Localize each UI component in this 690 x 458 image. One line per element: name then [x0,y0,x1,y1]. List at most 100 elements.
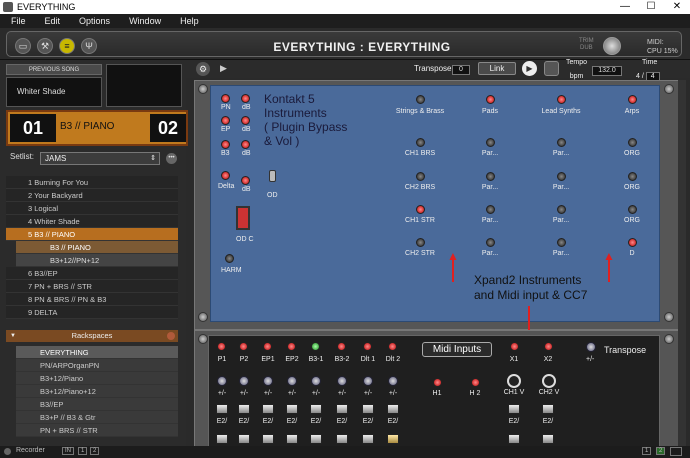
pm-knob[interactable] [287,376,297,386]
collapse-triangle-icon[interactable]: ▼ [10,330,16,342]
ep1-led[interactable] [263,342,272,351]
song-item[interactable]: 3 Logical [6,202,178,215]
delta-led[interactable] [221,171,230,180]
rackspace-item[interactable]: B3+12/Piano [16,372,178,385]
song-item[interactable]: 9 DELTA [6,306,178,319]
layout-icon[interactable] [670,447,682,456]
fader-handle[interactable] [310,404,322,414]
fader-handle[interactable] [286,404,298,414]
recorder-2-button[interactable]: 2 [90,447,100,455]
minimize-button[interactable]: — [612,0,638,14]
panel-1-button[interactable]: 1 [642,447,652,455]
pm-knob[interactable] [263,376,273,386]
song-item-selected[interactable]: 5 B3 // PIANO [6,228,178,241]
pm-knob[interactable] [363,376,373,386]
param-led[interactable] [486,172,495,181]
harm-led[interactable] [225,254,234,263]
fader-handle[interactable] [238,434,250,444]
fader-handle[interactable] [542,434,554,444]
rack-scrollbar[interactable] [678,80,686,448]
param-led[interactable] [557,138,566,147]
ch1-volume-knob[interactable] [507,374,521,388]
tuner-icon[interactable]: Ψ [81,38,97,54]
master-volume-knob[interactable] [603,37,621,55]
b3-db-led[interactable] [241,140,250,149]
x1-led[interactable] [510,342,519,351]
param-led[interactable] [557,238,566,247]
rackspace-item[interactable]: PN/ARPOrganPN [16,359,178,372]
song-item[interactable]: 1 Burning For You [6,176,178,189]
x2-led[interactable] [544,342,553,351]
fader-handle[interactable] [387,434,399,444]
pn-db-led[interactable] [241,94,250,103]
fader-handle[interactable] [262,434,274,444]
fader-handle[interactable] [508,404,520,414]
menu-edit[interactable]: Edit [45,16,61,26]
b3-1-led[interactable] [311,342,320,351]
ch2-brs-led[interactable] [416,172,425,181]
pm-knob[interactable] [239,376,249,386]
transpose-knob[interactable] [586,342,596,352]
param-led[interactable] [486,138,495,147]
h1-led[interactable] [433,378,442,387]
record-icon[interactable] [4,448,11,455]
setlist-view-icon[interactable]: ≡ [59,38,75,54]
rackspace-item[interactable]: B3+P // B3 & Gtr [16,411,178,424]
expand-triangle-icon[interactable]: ▶ [220,63,227,74]
arps-led[interactable] [628,95,637,104]
setlist-menu-icon[interactable]: ••• [166,153,177,164]
b3-led[interactable] [221,140,230,149]
close-button[interactable]: ✕ [664,0,690,14]
param-led[interactable] [486,238,495,247]
strings-brass-led[interactable] [416,95,425,104]
rack-view-icon[interactable]: ▭ [15,38,31,54]
fader-handle[interactable] [262,404,274,414]
previous-song-button[interactable]: PREVIOUS SONG [6,64,102,75]
song-item[interactable]: 7 PN + BRS // STR [6,280,178,293]
song-item[interactable]: 8 PN & BRS // PN & B3 [6,293,178,306]
odc-switch[interactable] [236,206,250,230]
pm-knob[interactable] [217,376,227,386]
fader-handle[interactable] [286,434,298,444]
menu-window[interactable]: Window [129,16,161,26]
ch2-volume-knob[interactable] [542,374,556,388]
h2-led[interactable] [471,378,480,387]
p2-led[interactable] [239,342,248,351]
b3-2-led[interactable] [337,342,346,351]
current-song-bar[interactable]: 01 B3 // PIANO 02 [6,110,188,146]
pm-knob[interactable] [388,376,398,386]
lead-synths-led[interactable] [557,95,566,104]
od-toggle[interactable] [269,170,276,182]
p1-led[interactable] [217,342,226,351]
maximize-button[interactable]: ☐ [638,0,664,14]
recorder-1-button[interactable]: 1 [78,447,88,455]
pn-led[interactable] [221,94,230,103]
panel-2-button[interactable]: 2 [656,447,666,455]
dlt1-led[interactable] [363,342,372,351]
ch1-brs-led[interactable] [416,138,425,147]
fader-handle[interactable] [362,404,374,414]
song-item[interactable]: 2 Your Backyard [6,189,178,202]
pm-knob[interactable] [311,376,321,386]
song-part-item[interactable]: B3+12//PN+12 [16,254,178,267]
param-led[interactable] [486,205,495,214]
rackspaces-header[interactable]: ▼ Rackspaces [6,330,178,342]
rackspace-item[interactable]: PN + BRS // STR [16,424,178,437]
wrench-icon[interactable]: ⚙ [196,62,210,76]
ch1-str-led[interactable] [416,205,425,214]
ep-db-led[interactable] [241,116,250,125]
org-led[interactable] [628,138,637,147]
menu-help[interactable]: Help [180,16,199,26]
rackspace-item-selected[interactable]: EVERYTHING [16,346,178,359]
fader-handle[interactable] [542,404,554,414]
play-icon[interactable]: ▶ [522,61,537,76]
pads-led[interactable] [486,95,495,104]
pm-knob[interactable] [337,376,347,386]
d-led[interactable] [628,238,637,247]
fader-handle[interactable] [336,404,348,414]
ch2-str-led[interactable] [416,238,425,247]
ep-led[interactable] [221,116,230,125]
bpm-value[interactable]: 132.0 [592,66,622,76]
metronome-icon[interactable] [544,61,559,76]
link-button[interactable]: Link [478,62,516,75]
